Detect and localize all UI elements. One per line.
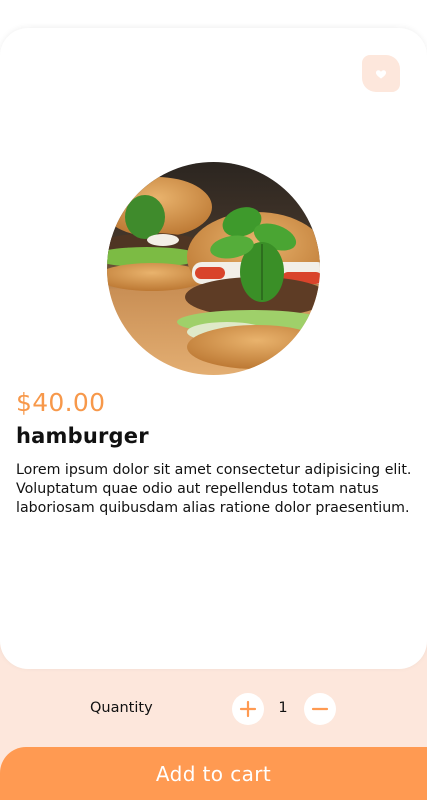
increase-quantity-button[interactable] (232, 693, 264, 725)
favorite-button[interactable] (362, 55, 400, 92)
minus-icon (311, 707, 329, 711)
product-image (107, 162, 320, 375)
status-bar-area (0, 0, 427, 28)
product-price: $40.00 (16, 388, 106, 417)
product-description: Lorem ipsum dolor sit amet consectetur a… (16, 462, 412, 516)
add-to-cart-button[interactable]: Add to cart (0, 747, 427, 800)
decrease-quantity-button[interactable] (304, 693, 336, 725)
quantity-label: Quantity (90, 700, 153, 716)
heart-icon (375, 69, 387, 78)
quantity-value: 1 (278, 700, 288, 716)
hamburger-photo (107, 162, 320, 375)
product-name: hamburger (16, 424, 149, 448)
plus-icon (239, 700, 257, 718)
product-detail-screen: $40.00 hamburger Lorem ipsum dolor sit a… (0, 0, 427, 800)
